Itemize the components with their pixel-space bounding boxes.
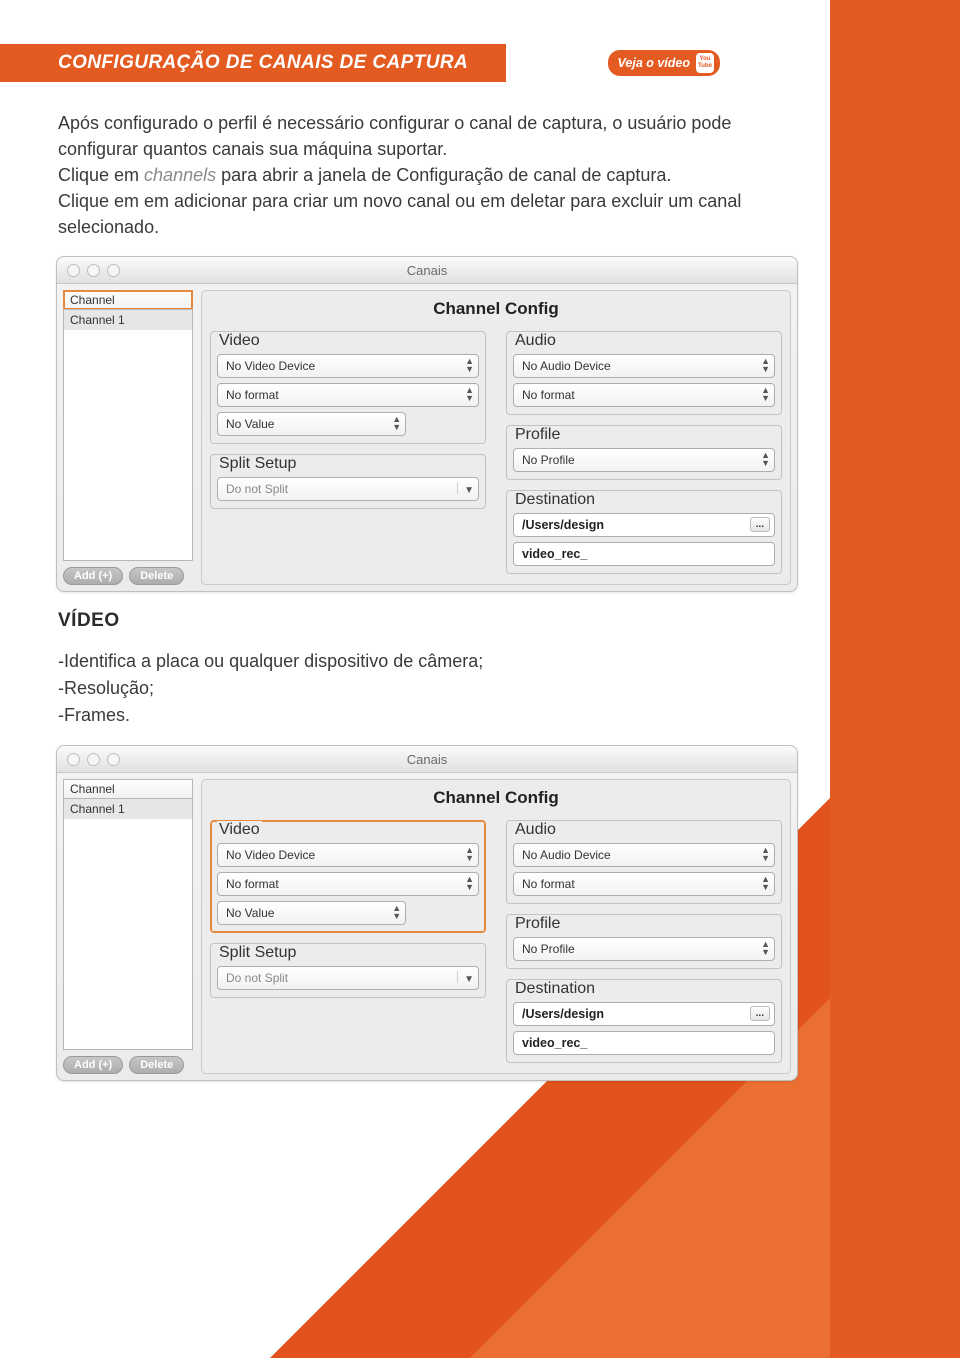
section-title-banner: CONFIGURAÇÃO DE CANAIS DE CAPTURA bbox=[0, 44, 506, 82]
audio-device-select[interactable]: No Audio Device▲▼ bbox=[513, 354, 775, 378]
canais-window-1: Canais Channel Channel 1 Add (+) Delete … bbox=[56, 256, 798, 592]
chevron-updown-icon: ▲▼ bbox=[465, 846, 474, 862]
split-select[interactable]: Do not Split▼ bbox=[217, 477, 479, 501]
add-button[interactable]: Add (+) bbox=[63, 1056, 123, 1074]
video-bullets: -Identifica a placa ou qualquer disposit… bbox=[58, 648, 820, 729]
channel-list[interactable]: Channel 1 bbox=[63, 798, 193, 1050]
video-format-select[interactable]: No format▲▼ bbox=[217, 872, 479, 896]
youtube-icon: YouTube bbox=[696, 53, 714, 73]
chevron-updown-icon: ▲▼ bbox=[465, 357, 474, 373]
delete-button[interactable]: Delete bbox=[129, 1056, 184, 1074]
destination-group-label: Destination bbox=[513, 980, 597, 998]
list-item[interactable]: Channel 1 bbox=[64, 310, 192, 330]
destination-group-label: Destination bbox=[513, 491, 597, 509]
destination-path-field[interactable]: /Users/design... bbox=[513, 513, 775, 537]
profile-group-label: Profile bbox=[513, 915, 562, 933]
intro-paragraph: Após configurado o perfil é necessário c… bbox=[58, 110, 782, 240]
window-titlebar: Canais bbox=[57, 746, 797, 773]
chevron-updown-icon: ▲▼ bbox=[392, 904, 401, 920]
channel-list-header: Channel bbox=[63, 779, 193, 798]
video-device-select[interactable]: No Video Device▲▼ bbox=[217, 843, 479, 867]
audio-device-select[interactable]: No Audio Device▲▼ bbox=[513, 843, 775, 867]
browse-button[interactable]: ... bbox=[750, 517, 770, 532]
profile-select[interactable]: No Profile▲▼ bbox=[513, 448, 775, 472]
chevron-updown-icon: ▲▼ bbox=[761, 846, 770, 862]
list-item[interactable]: Channel 1 bbox=[64, 799, 192, 819]
profile-group-label: Profile bbox=[513, 426, 562, 444]
destination-prefix-field[interactable]: video_rec_ bbox=[513, 1031, 775, 1055]
chevron-updown-icon: ▲▼ bbox=[761, 940, 770, 956]
chevron-down-icon: ▼ bbox=[457, 482, 474, 494]
chevron-updown-icon: ▲▼ bbox=[761, 451, 770, 467]
watch-video-link[interactable]: Veja o vídeo YouTube bbox=[608, 50, 720, 76]
browse-button[interactable]: ... bbox=[750, 1006, 770, 1021]
video-format-select[interactable]: No format▲▼ bbox=[217, 383, 479, 407]
chevron-down-icon: ▼ bbox=[457, 971, 474, 983]
delete-button[interactable]: Delete bbox=[129, 567, 184, 585]
chevron-updown-icon: ▲▼ bbox=[761, 875, 770, 891]
audio-format-select[interactable]: No format▲▼ bbox=[513, 872, 775, 896]
destination-prefix-field[interactable]: video_rec_ bbox=[513, 542, 775, 566]
destination-path-field[interactable]: /Users/design... bbox=[513, 1002, 775, 1026]
video-group-label: Video bbox=[217, 821, 262, 839]
profile-select[interactable]: No Profile▲▼ bbox=[513, 937, 775, 961]
watch-video-label: Veja o vídeo bbox=[618, 56, 690, 70]
audio-format-select[interactable]: No format▲▼ bbox=[513, 383, 775, 407]
chevron-updown-icon: ▲▼ bbox=[761, 386, 770, 402]
add-button[interactable]: Add (+) bbox=[63, 567, 123, 585]
window-title: Canais bbox=[57, 752, 797, 767]
chevron-updown-icon: ▲▼ bbox=[392, 415, 401, 431]
chevron-updown-icon: ▲▼ bbox=[761, 357, 770, 373]
channel-list[interactable]: Channel 1 bbox=[63, 309, 193, 561]
video-value-select[interactable]: No Value▲▼ bbox=[217, 412, 406, 436]
video-group-label: Video bbox=[217, 332, 262, 350]
config-panel-title: Channel Config bbox=[210, 788, 782, 808]
video-section-heading: VÍDEO bbox=[58, 610, 820, 632]
split-select[interactable]: Do not Split▼ bbox=[217, 966, 479, 990]
right-orange-strip bbox=[830, 0, 960, 1358]
window-titlebar: Canais bbox=[57, 257, 797, 284]
config-panel-title: Channel Config bbox=[210, 299, 782, 319]
window-title: Canais bbox=[57, 263, 797, 278]
video-value-select[interactable]: No Value▲▼ bbox=[217, 901, 406, 925]
chevron-updown-icon: ▲▼ bbox=[465, 875, 474, 891]
split-group-label: Split Setup bbox=[217, 455, 298, 473]
audio-group-label: Audio bbox=[513, 332, 558, 350]
split-group-label: Split Setup bbox=[217, 944, 298, 962]
chevron-updown-icon: ▲▼ bbox=[465, 386, 474, 402]
video-device-select[interactable]: No Video Device▲▼ bbox=[217, 354, 479, 378]
audio-group-label: Audio bbox=[513, 821, 558, 839]
canais-window-2: Canais Channel Channel 1 Add (+) Delete … bbox=[56, 745, 798, 1081]
channel-list-header: Channel bbox=[63, 290, 193, 309]
